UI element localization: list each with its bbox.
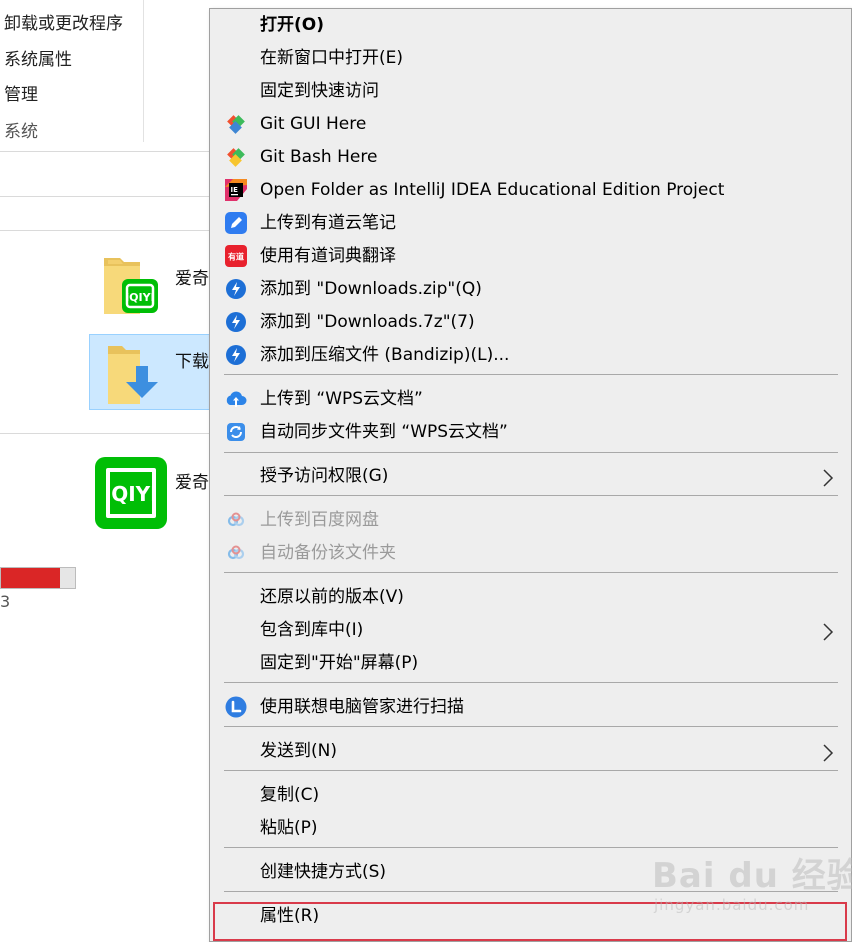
menu-item-16[interactable]: 自动备份该文件夹 [210,537,851,569]
menu-item-6[interactable]: IE Open Folder as IntelliJ IDEA Education… [210,174,851,206]
menu-separator [224,682,838,683]
menu-item-17[interactable]: 还原以前的版本(V) [210,581,851,613]
divider [0,433,212,434]
bandizip-icon [225,344,247,366]
menu-separator [224,452,838,453]
menu-item-label: 添加到压缩文件 (Bandizip)(L)... [260,345,510,365]
menu-item-label: 上传到 “WPS云文档” [260,389,423,409]
menu-item-label: 固定到快速访问 [260,81,379,101]
menu-item-label: 授予访问权限(G) [260,466,389,486]
wps-upload-icon [225,388,247,410]
svg-text:IE: IE [231,186,239,194]
disk-usage-text: 3 [0,592,11,611]
menu-item-23[interactable]: 粘贴(P) [210,812,851,844]
menu-item-label: 上传到百度网盘 [260,510,379,530]
menu-item-label: 发送到(N) [260,741,337,761]
ribbon-system-properties[interactable]: 系统属性 [4,45,72,70]
youdao-note-icon [225,212,247,234]
menu-item-label: 使用联想电脑管家进行扫描 [260,697,464,717]
menu-item-label: 在新窗口中打开(E) [260,48,404,68]
menu-item-19[interactable]: 固定到"开始"屏幕(P) [210,647,851,679]
menu-item-18[interactable]: 包含到库中(I) [210,614,851,646]
chevron-right-icon [822,744,834,766]
youdao-dict-icon: 有道 [225,245,247,267]
git-gui-icon [225,113,247,135]
disk-usage-bar [0,567,76,589]
downloads-folder-icon [108,346,158,404]
highlight-box [213,902,847,941]
menu-item-label: 自动同步文件夹到 “WPS云文档” [260,422,508,442]
menu-item-2[interactable]: 在新窗口中打开(E) [210,42,851,74]
menu-item-label: 粘贴(P) [260,818,318,838]
intellij-icon: IE [225,179,247,201]
folder-item-label: 下载 [175,352,209,372]
menu-item-8[interactable]: 有道 使用有道词典翻译 [210,240,851,272]
divider [0,230,212,231]
ribbon-uninstall-program[interactable]: 卸载或更改程序 [4,9,123,34]
menu-item-21[interactable]: 发送到(N) [210,735,851,767]
chevron-right-icon [822,623,834,645]
wps-sync-icon [225,421,247,443]
ribbon-manage[interactable]: 管理 [4,80,38,105]
menu-separator [224,726,838,727]
app-item-label: 爱奇 [175,473,209,493]
menu-item-14[interactable]: 授予访问权限(G) [210,460,851,492]
svg-text:有道: 有道 [228,252,244,262]
lenovo-icon [225,696,247,718]
menu-item-label: 包含到库中(I) [260,620,364,640]
menu-separator [224,374,838,375]
menu-separator [224,770,838,771]
divider [0,196,212,197]
menu-item-15[interactable]: 上传到百度网盘 [210,504,851,536]
menu-separator [224,495,838,496]
menu-item-label: 添加到 "Downloads.zip"(Q) [260,279,482,299]
menu-item-label: 创建快捷方式(S) [260,862,387,882]
menu-item-label: Git GUI Here [260,114,367,134]
baidu-netdisk-icon [225,509,247,531]
menu-item-label: 使用有道词典翻译 [260,246,396,266]
baidu-netdisk-icon [225,542,247,564]
menu-item-1[interactable]: 打开(O) [210,9,851,41]
menu-item-11[interactable]: 添加到压缩文件 (Bandizip)(L)... [210,339,851,371]
disk-usage-fill [1,568,61,588]
git-bash-icon [225,146,247,168]
menu-item-5[interactable]: Git Bash Here [210,141,851,173]
menu-item-label: 固定到"开始"屏幕(P) [260,653,419,673]
menu-item-9[interactable]: 添加到 "Downloads.zip"(Q) [210,273,851,305]
menu-item-7[interactable]: 上传到有道云笔记 [210,207,851,239]
ribbon-group-label: 系统 [4,122,38,142]
menu-item-10[interactable]: 添加到 "Downloads.7z"(7) [210,306,851,338]
menu-item-13[interactable]: 自动同步文件夹到 “WPS云文档” [210,416,851,448]
menu-item-22[interactable]: 复制(C) [210,779,851,811]
menu-item-label: 自动备份该文件夹 [260,543,396,563]
menu-item-label: Git Bash Here [260,147,378,167]
menu-item-4[interactable]: Git GUI Here [210,108,851,140]
menu-item-label: 打开(O) [260,15,324,35]
chevron-right-icon [822,469,834,491]
menu-separator [224,891,838,892]
menu-item-24[interactable]: 创建快捷方式(S) [210,856,851,888]
ribbon-system-group: 卸载或更改程序 系统属性 管理 系统 [0,0,144,142]
folder-item-label: 爱奇 [175,269,209,289]
menu-item-label: 添加到 "Downloads.7z"(7) [260,312,475,332]
context-menu: 打开(O) 在新窗口中打开(E) 固定到快速访问 Git GUI Here Git Ba… [209,8,852,942]
bandizip-icon [225,311,247,333]
svg-text:iQIYI: iQIYI [104,482,157,506]
menu-item-label: 还原以前的版本(V) [260,587,404,607]
menu-separator [224,847,838,848]
divider [0,151,212,152]
menu-item-3[interactable]: 固定到快速访问 [210,75,851,107]
iqiyi-app-icon: iQIYI [95,457,167,529]
menu-item-label: 复制(C) [260,785,320,805]
iqiyi-folder-icon: iQIYI [104,258,158,314]
menu-item-label: 上传到有道云笔记 [260,213,396,233]
svg-text:iQIYI: iQIYI [125,291,154,304]
menu-separator [224,572,838,573]
menu-item-label: Open Folder as IntelliJ IDEA Educational… [260,180,725,200]
bandizip-icon [225,278,247,300]
menu-item-20[interactable]: 使用联想电脑管家进行扫描 [210,691,851,723]
menu-item-12[interactable]: 上传到 “WPS云文档” [210,383,851,415]
